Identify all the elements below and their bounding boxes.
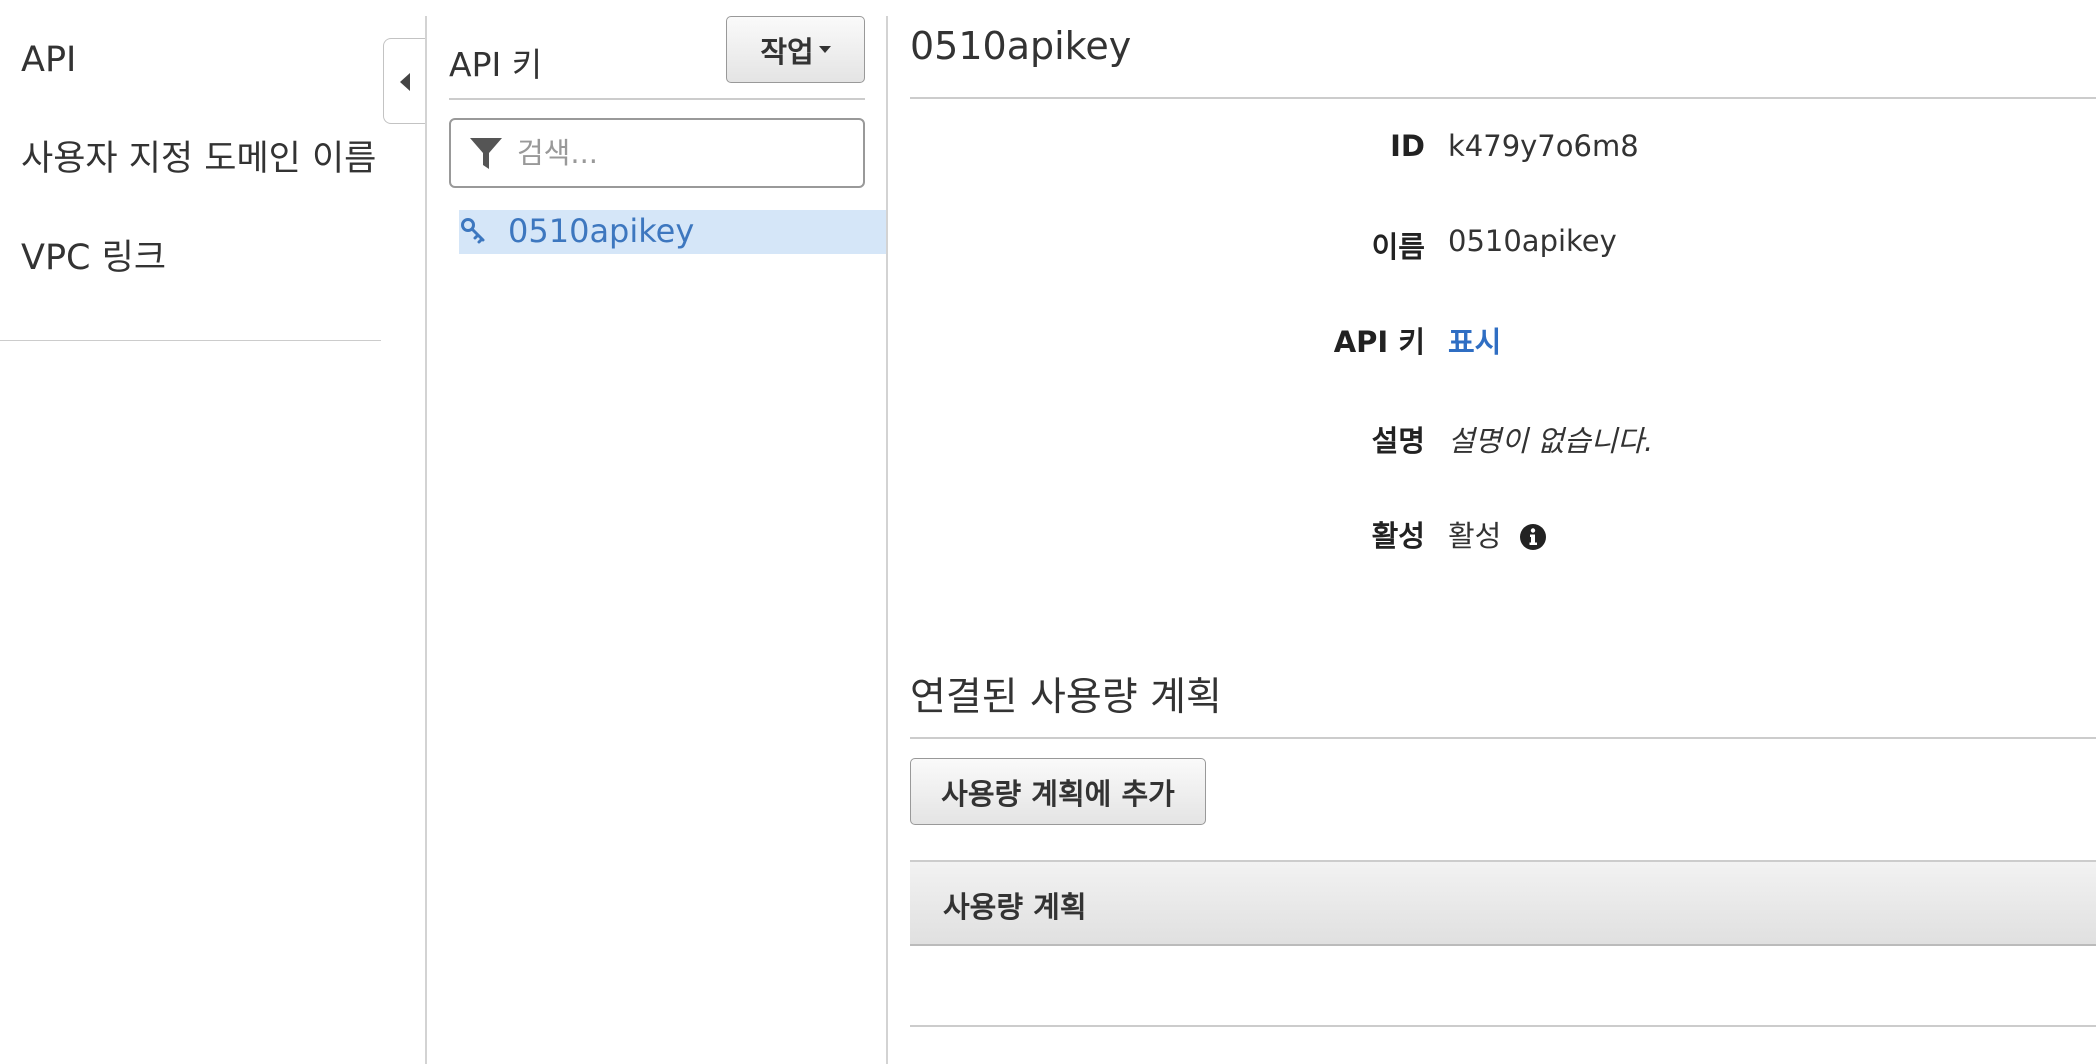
enabled-label: 활성 (1371, 519, 1425, 553)
api-keys-panel-title: API 키 (449, 45, 543, 84)
nav-item-vpc-links[interactable]: VPC 링크 (21, 229, 166, 280)
name-label: 이름 (1371, 230, 1425, 264)
actions-button-label: 작업 (760, 34, 814, 69)
panel-divider (886, 16, 888, 1064)
search-input[interactable] (517, 128, 847, 178)
caret-down-icon (818, 46, 831, 53)
description-label: 설명 (1371, 424, 1425, 458)
info-icon[interactable] (1519, 523, 1547, 551)
chevron-left-icon (400, 73, 410, 91)
usage-plans-section-title: 연결된 사용량 계획 (910, 675, 1222, 720)
id-label: ID (1390, 129, 1425, 163)
add-to-usage-plan-button[interactable]: 사용량 계획에 추가 (910, 758, 1206, 825)
usage-plans-table-bottom (910, 1025, 2096, 1027)
divider (449, 98, 865, 100)
api-key-detail-title: 0510apikey (910, 24, 1132, 68)
api-key-label: API 키 (1333, 325, 1425, 359)
search-box (449, 118, 865, 188)
divider (910, 737, 2096, 739)
usage-plan-column-header[interactable]: 사용량 계획 (943, 884, 1087, 926)
enabled-value: 활성 (1448, 519, 1502, 553)
enabled-value-row: 활성 (1448, 513, 1547, 555)
key-icon (461, 218, 485, 244)
app-root: API 사용자 지정 도메인 이름 VPC 링크 API 키 작업 0510ap… (0, 0, 2096, 1064)
actions-dropdown-button[interactable]: 작업 (726, 16, 865, 83)
panel-divider (425, 16, 427, 1064)
collapse-sidebar-button[interactable] (383, 38, 426, 124)
name-value: 0510apikey (1448, 224, 1617, 258)
divider (910, 97, 2096, 99)
nav-item-api[interactable]: API (21, 40, 76, 80)
usage-plans-table-header: 사용량 계획 (910, 860, 2096, 946)
left-nav: API 사용자 지정 도메인 이름 VPC 링크 (0, 0, 381, 341)
description-value: 설명이 없습니다. (1448, 424, 1654, 458)
nav-item-custom-domain-names[interactable]: 사용자 지정 도메인 이름 (21, 130, 376, 181)
id-value: k479y7o6m8 (1448, 129, 1639, 163)
filter-icon (470, 138, 502, 169)
api-key-list-item-label: 0510apikey (508, 212, 695, 250)
api-key-list-item[interactable]: 0510apikey (459, 210, 886, 254)
show-api-key-link[interactable]: 표시 (1448, 319, 1501, 361)
